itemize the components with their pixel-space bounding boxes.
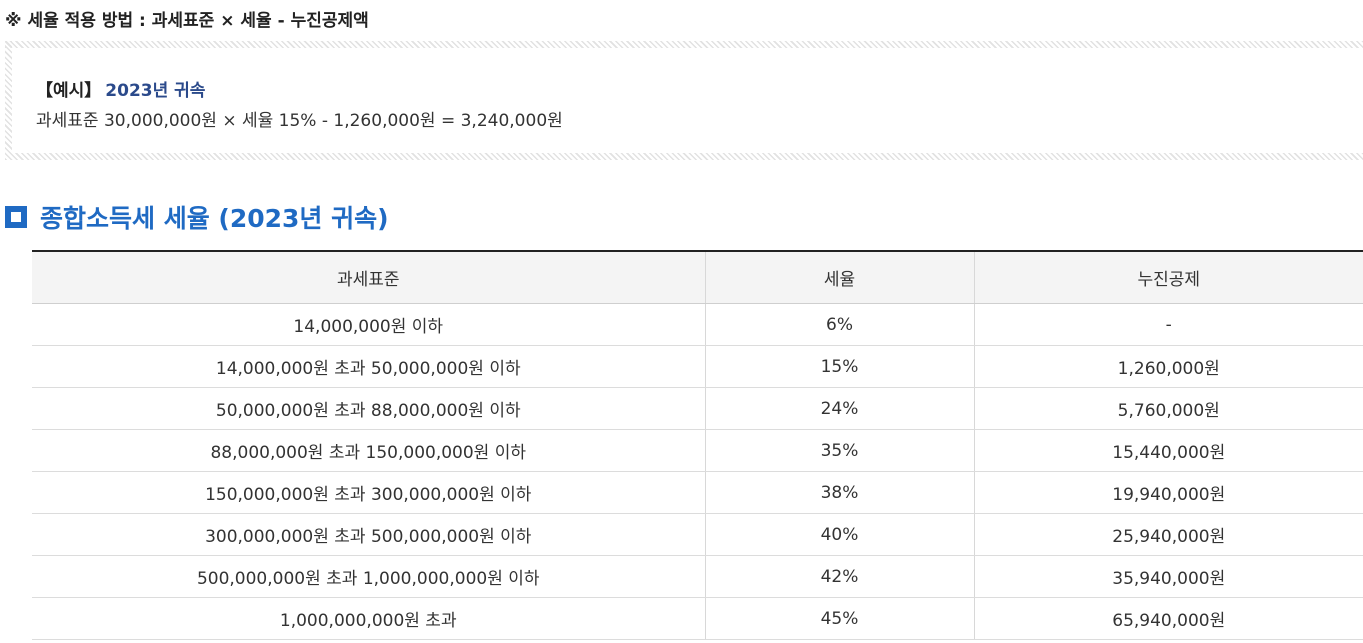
table-header-row: 과세표준 세율 누진공제 — [32, 251, 1363, 304]
tax-rate-table: 과세표준 세율 누진공제 14,000,000원 이하 6% - 14,000,… — [32, 250, 1363, 640]
section-title: 종합소득세 세율 (2023년 귀속) — [40, 204, 389, 233]
tax-base-cell: 14,000,000원 이하 — [32, 303, 705, 346]
tax-base-cell: 300,000,000원 초과 500,000,000원 이하 — [32, 513, 705, 556]
tax-rate-cell: 15% — [704, 345, 974, 388]
deduction-cell: 19,940,000원 — [973, 471, 1363, 514]
tax-rate-cell: 38% — [704, 471, 974, 514]
tax-rate-cell: 6% — [704, 303, 974, 346]
table-row: 14,000,000원 초과 50,000,000원 이하 15% 1,260,… — [32, 345, 1363, 388]
tax-base-cell: 1,000,000,000원 초과 — [32, 597, 705, 640]
deduction-cell: 1,260,000원 — [973, 345, 1363, 388]
deduction-cell: - — [973, 303, 1363, 346]
example-box: 【예시】 2023년 귀속 과세표준 30,000,000원 × 세율 15% -… — [5, 41, 1363, 160]
header-tax-base: 과세표준 — [32, 251, 705, 304]
table-row: 50,000,000원 초과 88,000,000원 이하 24% 5,760,… — [32, 387, 1363, 430]
deduction-cell: 15,440,000원 — [973, 429, 1363, 472]
table-row: 300,000,000원 초과 500,000,000원 이하 40% 25,9… — [32, 513, 1363, 556]
tax-base-cell: 500,000,000원 초과 1,000,000,000원 이하 — [32, 555, 705, 598]
deduction-cell: 5,760,000원 — [973, 387, 1363, 430]
square-bullet-icon — [5, 206, 27, 228]
deduction-cell: 35,940,000원 — [973, 555, 1363, 598]
example-formula: 과세표준 30,000,000원 × 세율 15% - 1,260,000원 =… — [36, 111, 563, 131]
section-heading: 종합소득세 세율 (2023년 귀속) — [5, 199, 389, 235]
example-year: 2023년 귀속 — [105, 81, 206, 101]
deduction-cell: 25,940,000원 — [973, 513, 1363, 556]
tax-rate-cell: 24% — [704, 387, 974, 430]
header-tax-rate: 세율 — [704, 251, 974, 304]
tax-rate-cell: 45% — [704, 597, 974, 640]
table-row: 14,000,000원 이하 6% - — [32, 303, 1363, 346]
tax-base-cell: 50,000,000원 초과 88,000,000원 이하 — [32, 387, 705, 430]
tax-base-cell: 14,000,000원 초과 50,000,000원 이하 — [32, 345, 705, 388]
example-label: 【예시】 — [36, 81, 102, 101]
header-progressive-deduction: 누진공제 — [973, 251, 1363, 304]
tax-rate-cell: 35% — [704, 429, 974, 472]
table-row: 1,000,000,000원 초과 45% 65,940,000원 — [32, 597, 1363, 640]
table-row: 500,000,000원 초과 1,000,000,000원 이하 42% 35… — [32, 555, 1363, 598]
deduction-cell: 65,940,000원 — [973, 597, 1363, 640]
tax-rate-cell: 40% — [704, 513, 974, 556]
tax-base-cell: 150,000,000원 초과 300,000,000원 이하 — [32, 471, 705, 514]
table-row: 88,000,000원 초과 150,000,000원 이하 35% 15,44… — [32, 429, 1363, 472]
table-row: 150,000,000원 초과 300,000,000원 이하 38% 19,9… — [32, 471, 1363, 514]
example-heading: 【예시】 2023년 귀속 — [36, 76, 205, 101]
tax-base-cell: 88,000,000원 초과 150,000,000원 이하 — [32, 429, 705, 472]
tax-method-title: ※ 세율 적용 방법 : 과세표준 × 세율 - 누진공제액 — [5, 11, 369, 31]
tax-rate-cell: 42% — [704, 555, 974, 598]
